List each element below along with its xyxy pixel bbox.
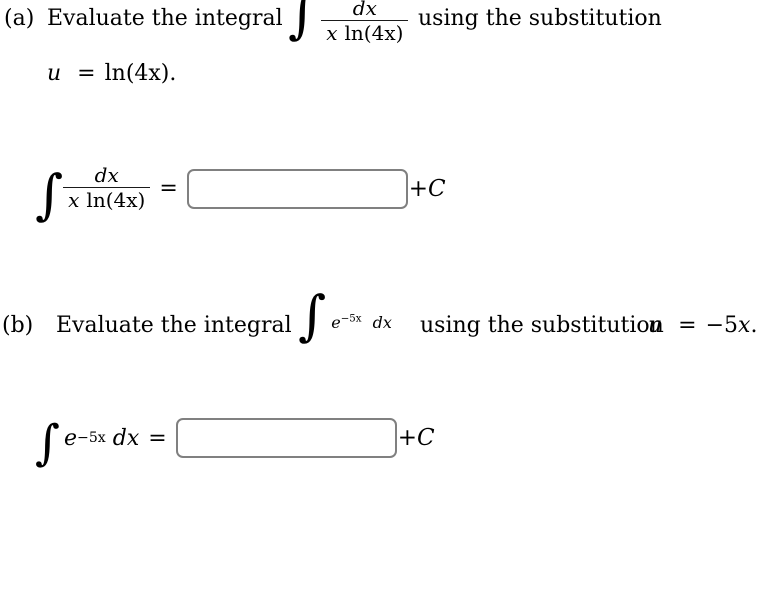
problem-a-prompt-integral: ∫ dx x ln(4x)	[288, 0, 409, 46]
problem-b-prompt-integral: ∫ e−5x dx	[298, 289, 392, 343]
fraction-dx-over-xln4x: dx x ln(4x)	[321, 0, 409, 46]
problem-b-label-text: (b)	[2, 313, 34, 338]
problem-a-label-text: (a)	[4, 6, 35, 31]
integral-symbol-icon: ∫	[298, 284, 327, 347]
substitution-expression: −5x	[706, 313, 751, 338]
exponential-exponent: −5x	[340, 312, 362, 325]
answer-b-differential: dx	[112, 425, 140, 451]
problem-a-label: (a)	[4, 6, 34, 31]
differential-dx: dx	[372, 313, 392, 332]
answer-a-equals: =	[159, 176, 178, 202]
answer-input-b[interactable]	[175, 418, 397, 458]
answer-a-fraction-denominator: x ln(4x)	[63, 187, 151, 213]
answer-b-constant-c: C	[416, 425, 435, 451]
fraction-denominator: x ln(4x)	[321, 20, 409, 46]
problem-a-answer-row: ∫ dx x ln(4x) = +C	[35, 162, 446, 226]
problem-b-prompt-before-text: Evaluate the integral	[56, 313, 292, 338]
substitution-minus: −	[705, 313, 725, 338]
substitution-equals: =	[77, 61, 96, 86]
problem-b-prompt-after: using the substitution	[420, 313, 664, 338]
substitution-expression: ln(4x)	[104, 61, 170, 86]
answer-a-plus: +	[408, 175, 429, 202]
problem-b-prompt-after-text: using the substitution	[420, 313, 664, 338]
problem-a-prompt-before-text: Evaluate the integral	[47, 6, 283, 31]
problem-b-substitution: u = −5x.	[648, 313, 757, 338]
problem-b-label: (b)	[2, 313, 33, 338]
exponential-base: e	[331, 313, 341, 332]
answer-a-fraction: dx x ln(4x)	[63, 163, 151, 213]
answer-input-a[interactable]	[186, 168, 408, 209]
problem-a-substitution: u = ln(4x).	[47, 61, 176, 86]
answer-a-constant-suffix: +C	[408, 176, 446, 202]
substitution-variable: u	[648, 313, 663, 338]
problem-b-answer-row: ∫ e −5x dx = +C	[35, 415, 435, 471]
problem-a-prompt-after-text: using the substitution	[418, 6, 662, 31]
denominator-log: ln(4x)	[344, 21, 404, 46]
answer-a-constant-c: C	[428, 175, 446, 202]
denominator-x: x	[326, 21, 338, 46]
substitution-period: .	[750, 313, 758, 338]
answer-a-fraction-numerator: dx	[94, 163, 119, 187]
answer-a-denominator-log: ln(4x)	[86, 188, 146, 213]
substitution-variable: u	[47, 61, 62, 86]
substitution-period: .	[169, 61, 177, 86]
fraction-numerator: dx	[352, 0, 377, 20]
answer-a-denominator-x: x	[68, 188, 80, 213]
answer-b-constant-suffix: +C	[397, 425, 435, 451]
substitution-x: x	[738, 313, 751, 338]
answer-b-equals: =	[148, 425, 167, 451]
answer-b-plus: +	[397, 425, 417, 451]
substitution-equals: =	[678, 313, 697, 338]
problem-a-prompt-after: using the substitution	[418, 6, 662, 31]
answer-b-base: e	[64, 425, 78, 451]
substitution-coefficient: 5	[724, 313, 739, 338]
problem-a-prompt-before: Evaluate the integral	[47, 6, 283, 31]
problem-b-prompt-before: Evaluate the integral	[56, 313, 292, 338]
integral-symbol-icon: ∫	[288, 0, 317, 46]
